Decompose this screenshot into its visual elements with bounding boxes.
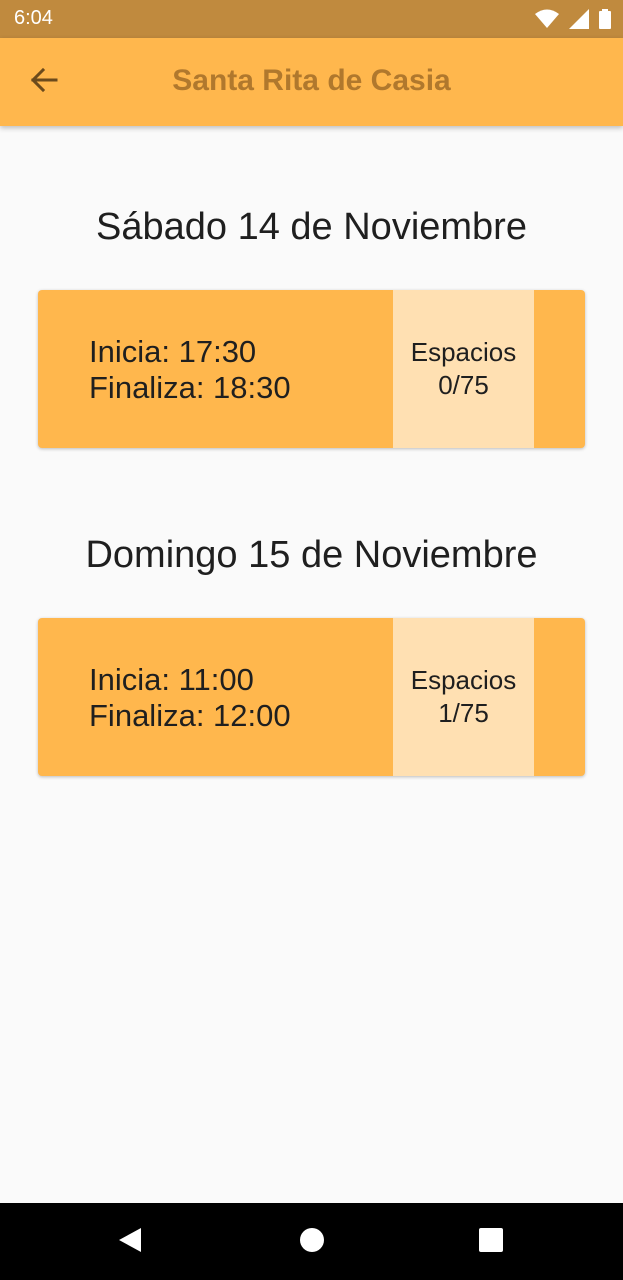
nav-home-button[interactable] xyxy=(297,1227,327,1257)
screen: 6:04 Santa Rita de Casia Sábado 14 de No… xyxy=(0,0,623,1280)
spaces-label: Espacios xyxy=(410,337,517,367)
slot-times: Inicia: 11:00 Finaliza: 12:00 xyxy=(89,662,291,734)
day-title: Domingo 15 de Noviembre xyxy=(85,534,538,576)
spaces-label: Espacios xyxy=(410,665,517,695)
spaces-count: 1/75 xyxy=(438,698,489,728)
slot-times: Inicia: 17:30 Finaliza: 18:30 xyxy=(89,334,291,406)
system-nav-bar xyxy=(0,1203,623,1280)
signal-icon xyxy=(569,9,589,34)
day-title: Sábado 14 de Noviembre xyxy=(96,206,527,248)
schedule-list: Sábado 14 de Noviembre Inicia: 17:30 Fin… xyxy=(0,126,623,1203)
status-icons xyxy=(535,9,611,34)
battery-icon xyxy=(599,9,611,34)
page-title: Santa Rita de Casia xyxy=(172,64,451,97)
schedule-slot-card[interactable]: Inicia: 11:00 Finaliza: 12:00 Espacios 1… xyxy=(38,618,585,776)
app-bar: Santa Rita de Casia xyxy=(0,38,623,126)
slot-end-time: Finaliza: 12:00 xyxy=(89,698,291,733)
slot-start-time: Inicia: 11:00 xyxy=(89,662,254,697)
status-time: 6:04 xyxy=(14,7,53,29)
nav-back-button[interactable] xyxy=(115,1227,145,1257)
nav-home-icon xyxy=(299,1227,325,1258)
slot-end-time: Finaliza: 18:30 xyxy=(89,370,291,405)
slot-spaces-panel: Espacios 1/75 xyxy=(393,618,534,776)
nav-back-icon xyxy=(117,1226,143,1259)
wifi-icon xyxy=(535,9,559,34)
spaces-count: 0/75 xyxy=(438,370,489,400)
slot-start-time: Inicia: 17:30 xyxy=(89,334,257,369)
schedule-slot-card[interactable]: Inicia: 17:30 Finaliza: 18:30 Espacios 0… xyxy=(38,290,585,448)
slot-spaces-panel: Espacios 0/75 xyxy=(393,290,534,448)
nav-recents-button[interactable] xyxy=(476,1227,506,1257)
status-bar: 6:04 xyxy=(0,0,623,38)
nav-recents-icon xyxy=(478,1227,504,1258)
